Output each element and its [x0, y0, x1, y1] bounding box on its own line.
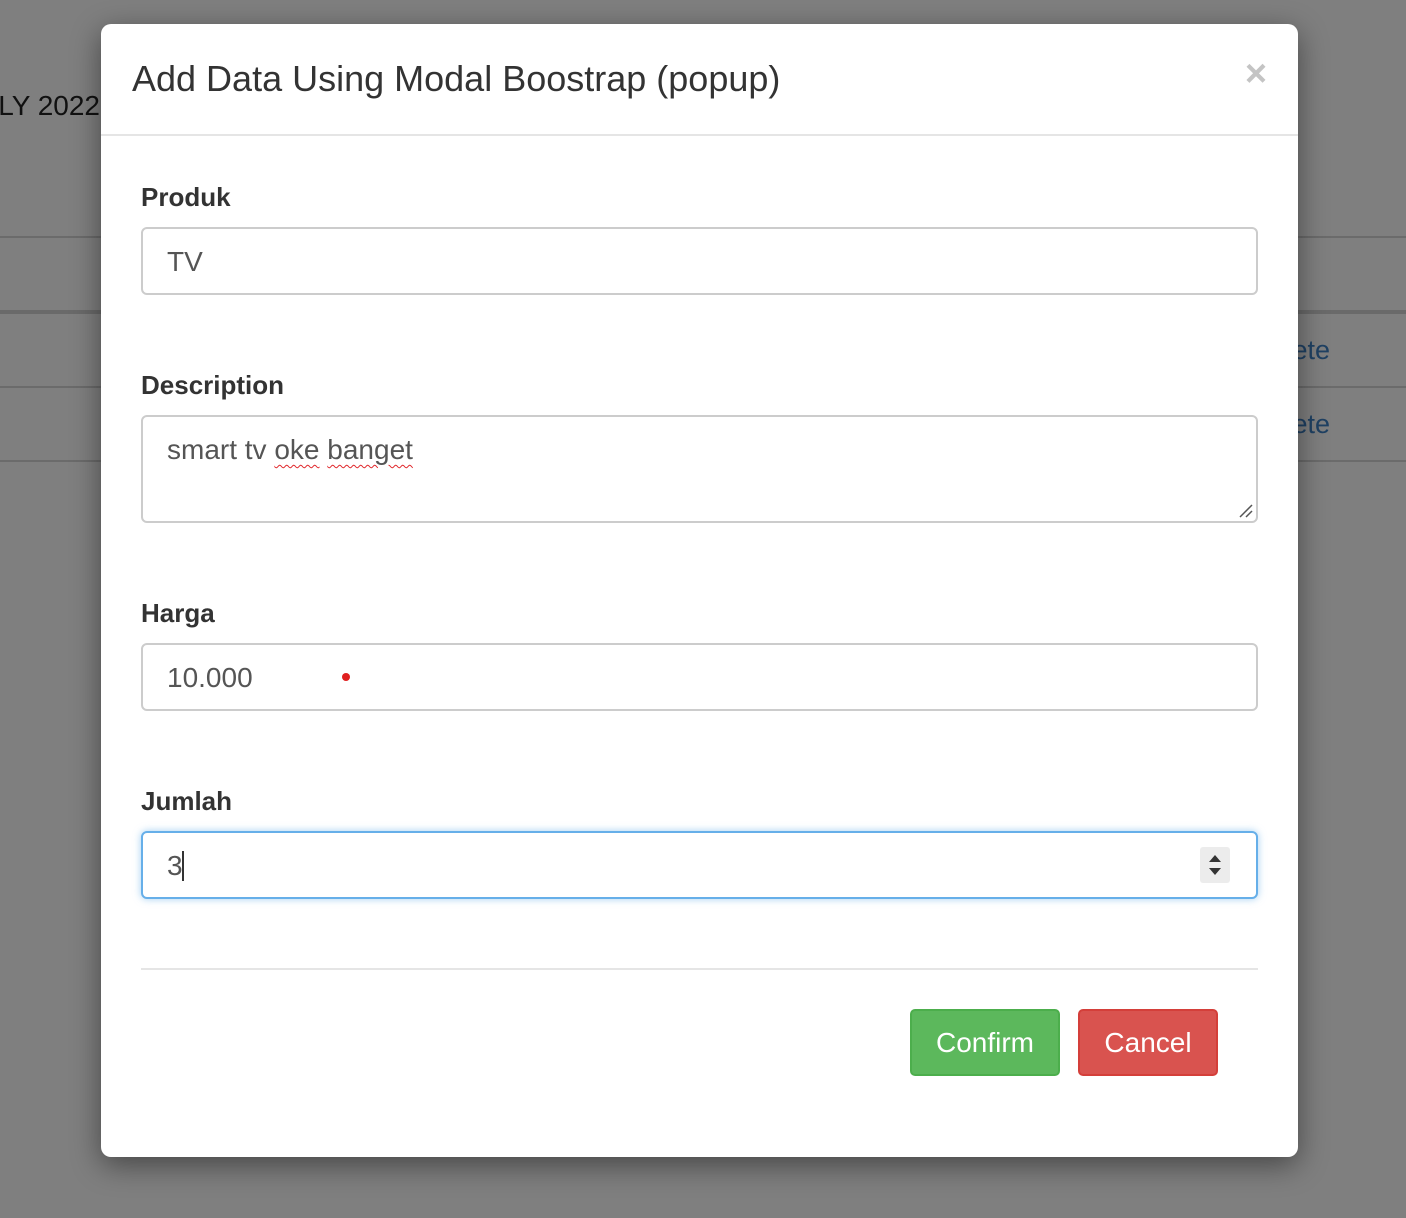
produk-label: Produk: [141, 182, 231, 212]
add-data-modal: Add Data Using Modal Boostrap (popup) × …: [101, 24, 1298, 1157]
jumlah-number-input[interactable]: 3: [141, 831, 1258, 899]
modal-title: Add Data Using Modal Boostrap (popup): [132, 58, 781, 99]
spellcheck-word: banget: [327, 434, 413, 465]
confirm-button[interactable]: Confirm: [910, 1009, 1060, 1076]
jumlah-label: Jumlah: [141, 786, 233, 816]
cancel-button[interactable]: Cancel: [1078, 1009, 1218, 1076]
modal-header: Add Data Using Modal Boostrap (popup) ×: [101, 24, 1298, 136]
produk-input-value: TV: [167, 246, 203, 277]
harga-input[interactable]: 10.000: [141, 643, 1258, 711]
number-spinner[interactable]: [1200, 847, 1230, 883]
text-caret: [182, 851, 184, 881]
description-textarea-value: smart tv oke banget: [167, 434, 413, 465]
modal-footer-divider: [141, 968, 1258, 970]
spinner-arrows-icon: [1209, 855, 1221, 875]
background-date-text: JULY 2022: [0, 90, 100, 121]
red-dot-marker: [342, 673, 350, 681]
jumlah-input-value: 3: [167, 850, 183, 881]
harga-input-value: 10.000: [167, 662, 253, 693]
close-icon[interactable]: ×: [1241, 54, 1271, 94]
harga-label: Harga: [141, 598, 215, 628]
produk-input[interactable]: TV: [141, 227, 1258, 295]
resize-grip-icon[interactable]: [1237, 502, 1253, 518]
spellcheck-word: oke: [274, 434, 320, 465]
description-textarea[interactable]: smart tv oke banget: [141, 415, 1258, 523]
description-label: Description: [141, 370, 285, 400]
